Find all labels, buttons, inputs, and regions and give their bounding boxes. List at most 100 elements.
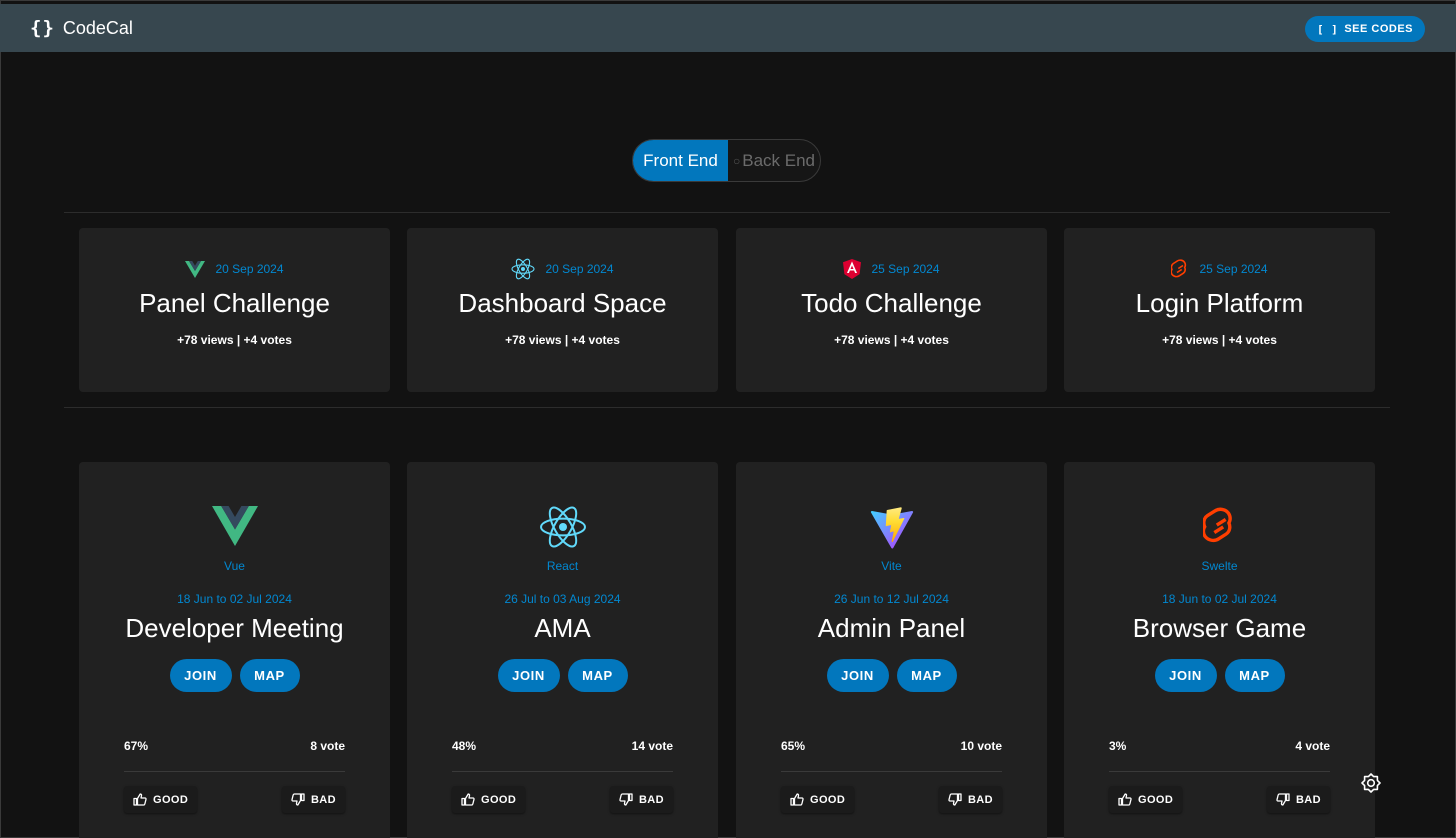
circle-icon: ○ xyxy=(732,153,741,168)
map-button[interactable]: MAP xyxy=(1224,659,1285,692)
event-card-tech: Vue xyxy=(224,559,245,573)
see-codes-label: SEE CODES xyxy=(1344,23,1413,35)
summary-card-title: Login Platform xyxy=(1135,288,1304,318)
toggle-front-end[interactable]: Front End xyxy=(633,140,728,181)
event-card-logo xyxy=(736,506,1047,552)
see-codes-button[interactable]: [ ] SEE CODES xyxy=(1304,16,1425,42)
event-card-date-range: 26 Jul to 03 Aug 2024 xyxy=(504,592,621,606)
vote-count: 4 vote xyxy=(1295,739,1330,753)
summary-card-meta: 25 Sep 2024 xyxy=(843,259,940,279)
event-card-tech: React xyxy=(546,559,579,573)
join-button[interactable]: JOIN xyxy=(497,659,560,692)
vote-percent: 3% xyxy=(1109,739,1127,753)
card-divider xyxy=(1109,771,1330,772)
vote-percent: 48% xyxy=(452,739,477,753)
map-button[interactable]: MAP xyxy=(567,659,628,692)
good-label: GOOD xyxy=(810,793,846,806)
event-card-admin-panel: Vite 26 Jun to 12 Jul 2024 Admin Panel J… xyxy=(736,462,1047,838)
join-button[interactable]: JOIN xyxy=(826,659,889,692)
bad-label: BAD xyxy=(638,793,664,806)
angular-icon xyxy=(843,259,862,279)
bad-button[interactable]: BAD xyxy=(281,786,345,813)
summary-card-stats: +78 views | +4 votes xyxy=(505,333,620,347)
divider-middle xyxy=(64,407,1390,408)
summary-card-angular[interactable]: 25 Sep 2024 Todo Challenge +78 views | +… xyxy=(736,228,1047,392)
vote-count: 14 vote xyxy=(631,739,673,753)
event-card-title: Browser Game xyxy=(1132,613,1307,643)
summary-card-vue[interactable]: 20 Sep 2024 Panel Challenge +78 views | … xyxy=(79,228,390,392)
event-card-date-range: 26 Jun to 12 Jul 2024 xyxy=(834,592,949,606)
map-button[interactable]: MAP xyxy=(896,659,957,692)
event-card-actions: JOIN MAP xyxy=(407,659,718,692)
bad-label: BAD xyxy=(1295,793,1321,806)
vite-icon xyxy=(870,507,913,549)
thumbs-down-icon xyxy=(948,793,962,806)
vote-percent: 65% xyxy=(781,739,806,753)
event-card-title: Admin Panel xyxy=(817,613,966,643)
summary-card-stats: +78 views | +4 votes xyxy=(1162,333,1277,347)
summary-card-date: 25 Sep 2024 xyxy=(1199,262,1268,276)
vote-percent: 67% xyxy=(124,739,149,753)
app-title: CodeCal xyxy=(62,17,133,38)
vue-icon xyxy=(211,506,258,546)
summary-card-meta: 20 Sep 2024 xyxy=(511,258,614,280)
good-label: GOOD xyxy=(1138,793,1174,806)
vote-count: 10 vote xyxy=(960,739,1002,753)
summary-card-date: 20 Sep 2024 xyxy=(545,262,614,276)
bad-button[interactable]: BAD xyxy=(938,786,1002,813)
good-button[interactable]: GOOD xyxy=(781,786,855,813)
stack-toggle: Front End ○ Back End xyxy=(632,139,821,182)
summary-card-date: 20 Sep 2024 xyxy=(215,262,284,276)
good-label: GOOD xyxy=(481,793,517,806)
join-button[interactable]: JOIN xyxy=(169,659,232,692)
brightness-icon xyxy=(1361,773,1381,793)
event-card-ama: React 26 Jul to 03 Aug 2024 AMA JOIN MAP… xyxy=(407,462,718,838)
summary-card-title: Panel Challenge xyxy=(139,288,330,318)
thumbs-up-icon xyxy=(1118,793,1132,806)
event-card-actions: JOIN MAP xyxy=(79,659,390,692)
svelte-icon xyxy=(1202,507,1232,543)
vue-icon xyxy=(185,260,206,278)
thumbs-down-icon xyxy=(291,793,305,806)
summary-card-title: Todo Challenge xyxy=(801,288,982,318)
brand[interactable]: {} CodeCal xyxy=(30,17,133,39)
summary-card-react[interactable]: 20 Sep 2024 Dashboard Space +78 views | … xyxy=(407,228,718,392)
svelte-icon xyxy=(1171,259,1187,278)
good-button[interactable]: GOOD xyxy=(1109,786,1183,813)
good-label: GOOD xyxy=(153,793,189,806)
event-card-tech: Swelte xyxy=(1201,559,1238,573)
curly-braces-icon: {} xyxy=(30,17,55,39)
brackets-icon: [ ] xyxy=(1316,22,1339,36)
good-button[interactable]: GOOD xyxy=(452,786,526,813)
toggle-back-end-label: Back End xyxy=(742,150,815,170)
event-card-logo xyxy=(407,506,718,552)
event-card-browser-game: Swelte 18 Jun to 02 Jul 2024 Browser Gam… xyxy=(1064,462,1375,838)
thumbs-up-icon xyxy=(133,793,147,806)
card-divider xyxy=(452,771,673,772)
bad-button[interactable]: BAD xyxy=(609,786,673,813)
event-card-date-range: 18 Jun to 02 Jul 2024 xyxy=(177,592,292,606)
summary-card-title: Dashboard Space xyxy=(458,288,667,318)
card-divider xyxy=(781,771,1002,772)
event-card-logo xyxy=(1064,506,1375,552)
summary-card-meta: 20 Sep 2024 xyxy=(185,259,284,279)
react-icon xyxy=(539,506,586,548)
summary-card-stats: +78 views | +4 votes xyxy=(834,333,949,347)
summary-card-meta: 25 Sep 2024 xyxy=(1171,259,1268,279)
vote-count: 8 vote xyxy=(310,739,345,753)
toggle-back-end[interactable]: ○ Back End xyxy=(728,140,820,181)
join-button[interactable]: JOIN xyxy=(1154,659,1217,692)
map-button[interactable]: MAP xyxy=(239,659,300,692)
event-card-actions: JOIN MAP xyxy=(1064,659,1375,692)
summary-card-stats: +78 views | +4 votes xyxy=(177,333,292,347)
bad-button[interactable]: BAD xyxy=(1266,786,1330,813)
theme-toggle-button[interactable] xyxy=(1360,772,1382,794)
good-button[interactable]: GOOD xyxy=(124,786,198,813)
summary-card-svelte[interactable]: 25 Sep 2024 Login Platform +78 views | +… xyxy=(1064,228,1375,392)
event-card-developer-meeting: Vue 18 Jun to 02 Jul 2024 Developer Meet… xyxy=(79,462,390,838)
thumbs-up-icon xyxy=(790,793,804,806)
thumbs-down-icon xyxy=(1276,793,1290,806)
divider-top xyxy=(64,212,1390,213)
thumbs-up-icon xyxy=(461,793,475,806)
bad-label: BAD xyxy=(967,793,993,806)
